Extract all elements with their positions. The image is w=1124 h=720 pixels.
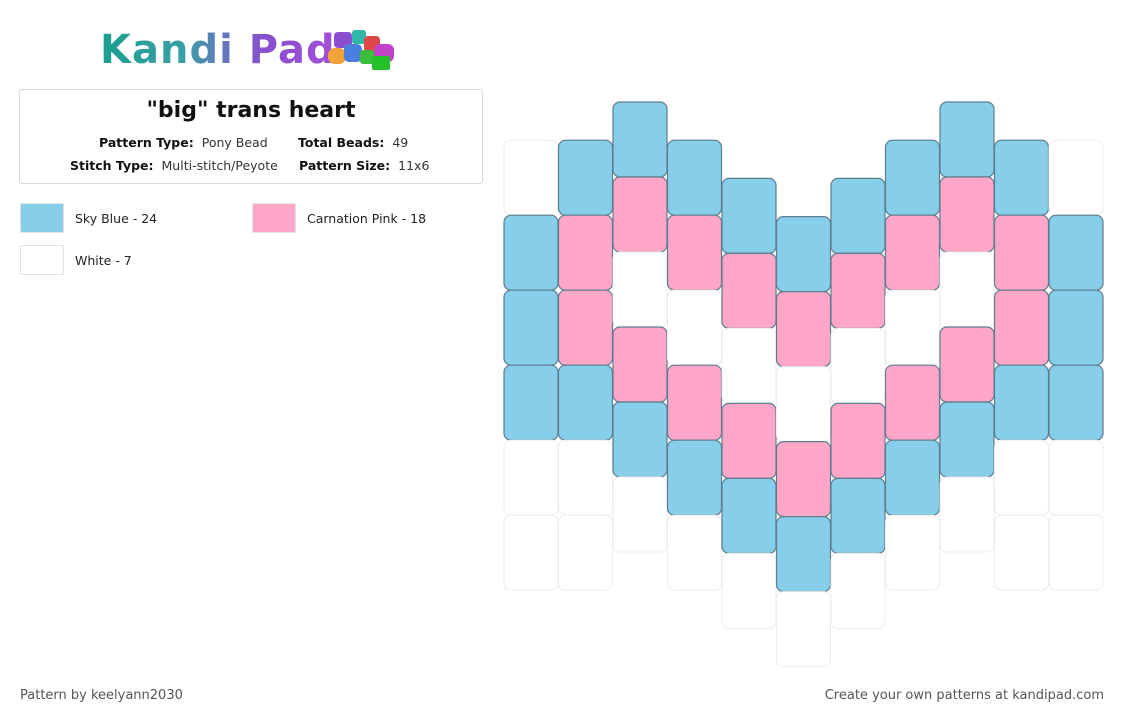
bead-c4-r5: [721, 552, 777, 629]
bead-c6-r1: [830, 252, 886, 329]
bead-c8-r4: [939, 401, 995, 478]
bead-c10-r4: [1048, 439, 1104, 516]
bead-c6-r0: [830, 177, 886, 254]
bead-c2-r5: [612, 476, 668, 553]
bead-c4-r3: [721, 402, 777, 479]
bead-c2-r0: [612, 101, 668, 178]
bead-c1-r3: [557, 364, 614, 441]
bead-c5-r4: [775, 515, 832, 593]
bead-c4-r1: [721, 252, 777, 329]
bead-c3-r2: [667, 289, 722, 366]
bead-c5-r5: [776, 591, 831, 668]
bead-c10-r3: [1048, 364, 1104, 441]
bead-c3-r0: [666, 139, 723, 216]
bead-c7-r5: [885, 514, 940, 591]
bead-c0-r2: [503, 289, 559, 366]
bead-c2-r4: [612, 401, 668, 478]
bead-c2-r3: [612, 326, 668, 403]
bead-c2-r1: [612, 176, 668, 253]
bead-c10-r5: [1048, 514, 1104, 591]
bead-c1-r1: [557, 214, 614, 291]
bead-c6-r5: [830, 552, 886, 629]
bead-c3-r4: [666, 439, 723, 516]
bead-c7-r0: [884, 139, 941, 216]
bead-c5-r3: [775, 441, 832, 518]
bead-c6-r3: [830, 402, 886, 479]
bead-c8-r0: [939, 101, 995, 178]
bead-c10-r1: [1048, 214, 1104, 291]
bead-c7-r4: [884, 439, 941, 516]
bead-c8-r1: [939, 176, 995, 253]
bead-c5-r0: [775, 216, 832, 293]
bead-c10-r2: [1048, 289, 1104, 366]
bead-c0-r0: [503, 139, 559, 216]
bead-c5-r2: [776, 366, 831, 443]
bead-c2-r2: [612, 251, 668, 328]
kandipad-link[interactable]: Create your own patterns at kandipad.com: [825, 688, 1104, 703]
bead-c9-r2: [993, 289, 1050, 366]
bead-c7-r2: [885, 289, 940, 366]
bead-c8-r5: [939, 476, 995, 553]
bead-c0-r4: [503, 439, 559, 516]
bead-c6-r2: [830, 327, 886, 404]
bead-pattern-grid: [503, 101, 1104, 668]
bead-c9-r0: [993, 139, 1050, 216]
bead-c0-r1: [503, 214, 559, 291]
bead-c4-r4: [721, 477, 777, 554]
bead-c1-r5: [558, 514, 613, 591]
bead-c7-r1: [884, 214, 941, 291]
bead-c3-r5: [667, 514, 722, 591]
bead-c3-r3: [666, 364, 723, 441]
bead-c10-r0: [1048, 139, 1104, 216]
bead-c4-r0: [721, 177, 777, 254]
bead-c9-r4: [994, 439, 1049, 516]
bead-c7-r3: [884, 364, 941, 441]
bead-c5-r1: [775, 291, 832, 368]
bead-c3-r1: [666, 214, 723, 291]
bead-c1-r2: [557, 289, 614, 366]
bead-c9-r1: [993, 214, 1050, 291]
bead-c8-r2: [939, 251, 995, 328]
bead-c0-r5: [503, 514, 559, 591]
bead-c9-r3: [993, 364, 1050, 441]
bead-c8-r3: [939, 326, 995, 403]
bead-c4-r2: [721, 327, 777, 404]
pattern-credit: Pattern by keelyann2030: [20, 688, 183, 703]
bead-c1-r0: [557, 139, 614, 216]
bead-c1-r4: [558, 439, 613, 516]
bead-c0-r3: [503, 364, 559, 441]
bead-c6-r4: [830, 477, 886, 554]
bead-c9-r5: [994, 514, 1049, 591]
